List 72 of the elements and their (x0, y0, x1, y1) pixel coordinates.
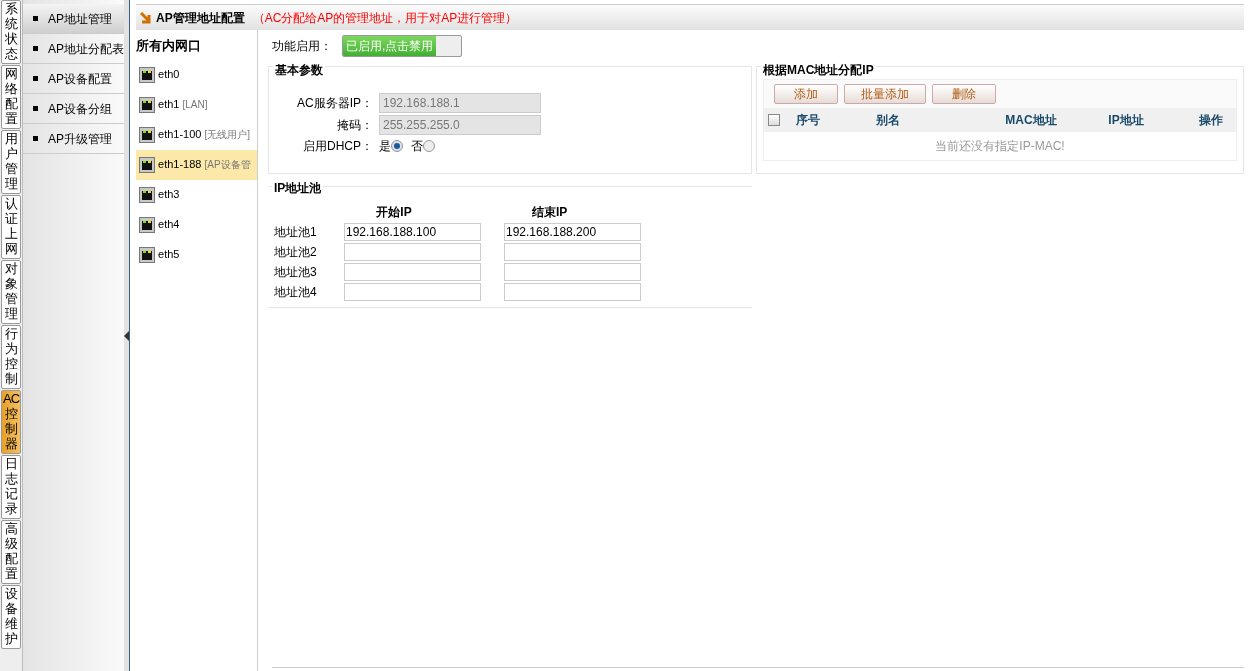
pool-label: 地址池4 (274, 284, 318, 301)
dhcp-label: 启用DHCP： (302, 138, 373, 155)
network-port-icon (139, 186, 155, 203)
toolbar-button[interactable]: 删除 (932, 84, 996, 104)
main-nav-tab[interactable]: 设备维护 (1, 585, 21, 649)
end-ip-field[interactable] (504, 263, 641, 281)
mask-label: 掩码： (336, 117, 373, 134)
network-port-icon (139, 66, 155, 83)
end-ip-header: 结束IP (532, 204, 569, 221)
start-ip-header: 开始IP (375, 204, 413, 221)
bullet-icon (33, 16, 38, 21)
column-header: 别名 (876, 112, 901, 129)
pool-label: 地址池2 (274, 244, 318, 261)
start-ip-field[interactable]: 192.168.188.100 (344, 223, 481, 241)
network-port-icon (139, 126, 155, 143)
interface-item[interactable]: eth1-188 [AP设备管 (136, 149, 257, 180)
toolbar-button[interactable]: 批量添加 (844, 84, 926, 104)
feature-label: 功能启用： (272, 38, 332, 55)
mask-field[interactable]: 255.255.255.0 (379, 115, 541, 135)
server-ip-field[interactable]: 192.168.188.1 (379, 93, 541, 113)
start-ip-field[interactable] (344, 243, 481, 261)
radio-button[interactable] (423, 140, 435, 152)
empty-table-message: 当前还没有指定IP-MAC! (935, 138, 1065, 155)
start-ip-field[interactable] (344, 283, 481, 301)
arrow-icon (140, 11, 152, 24)
column-header: 操作 (1198, 112, 1224, 129)
main-nav-tab[interactable]: 用户管理 (1, 130, 21, 194)
bullet-icon (33, 106, 38, 111)
network-port-icon (139, 216, 155, 233)
page-note: （AC分配给AP的管理地址，用于对AP进行管理） (252, 9, 518, 27)
end-ip-field[interactable]: 192.168.188.200 (504, 223, 641, 241)
interface-item[interactable]: eth1-100 [无线用户] (136, 119, 257, 150)
interfaces-title: 所有内网口 (136, 37, 202, 55)
main-nav-tab[interactable]: AC控制器 (1, 390, 21, 454)
ip-pool-title: IP地址池 (272, 179, 324, 197)
end-ip-field[interactable] (504, 243, 641, 261)
interface-item[interactable]: eth0 (136, 59, 257, 90)
bullet-icon (33, 76, 38, 81)
radio-label: 是 (379, 138, 391, 155)
interface-item[interactable]: eth3 (136, 179, 257, 210)
interface-item[interactable]: eth1 [LAN] (136, 89, 257, 120)
main-nav-tab[interactable]: 网络配置 (1, 65, 21, 129)
sub-menu-item[interactable]: AP地址管理 (23, 4, 124, 34)
interface-item[interactable]: eth4 (136, 209, 257, 240)
end-ip-field[interactable] (504, 283, 641, 301)
radio-button[interactable] (391, 140, 403, 152)
page-title: AP管理地址配置 (156, 9, 245, 27)
pool-label: 地址池3 (274, 264, 318, 281)
select-all-checkbox[interactable] (768, 114, 780, 126)
mac-panel-title: 根据MAC地址分配IP (761, 61, 876, 79)
collapse-arrow-icon[interactable] (124, 330, 129, 341)
network-port-icon (139, 96, 155, 113)
main-nav-tab[interactable]: 系统状态 (1, 0, 21, 64)
main-nav-tab[interactable]: 认证上网 (1, 195, 21, 259)
start-ip-field[interactable] (344, 263, 481, 281)
toolbar-button[interactable]: 添加 (774, 84, 838, 104)
bullet-icon (33, 136, 38, 141)
network-port-icon (139, 246, 155, 263)
bullet-icon (33, 46, 38, 51)
pool-label: 地址池1 (274, 224, 318, 241)
main-nav-tab[interactable]: 行为控制 (1, 325, 21, 389)
server-ip-label: AC服务器IP： (296, 95, 373, 112)
column-header: IP地址 (1107, 112, 1145, 129)
radio-label: 否 (411, 138, 423, 155)
main-nav-tab[interactable]: 日志记录 (1, 455, 21, 519)
network-port-icon (139, 156, 155, 173)
main-nav-tab[interactable]: 高级配置 (1, 520, 21, 584)
column-header: MAC地址 (1004, 112, 1058, 129)
interface-item[interactable]: eth5 (136, 239, 257, 270)
column-header: 序号 (796, 112, 821, 129)
main-nav-tab[interactable]: 对象管理 (1, 260, 21, 324)
basic-params-title: 基本参数 (273, 61, 325, 79)
